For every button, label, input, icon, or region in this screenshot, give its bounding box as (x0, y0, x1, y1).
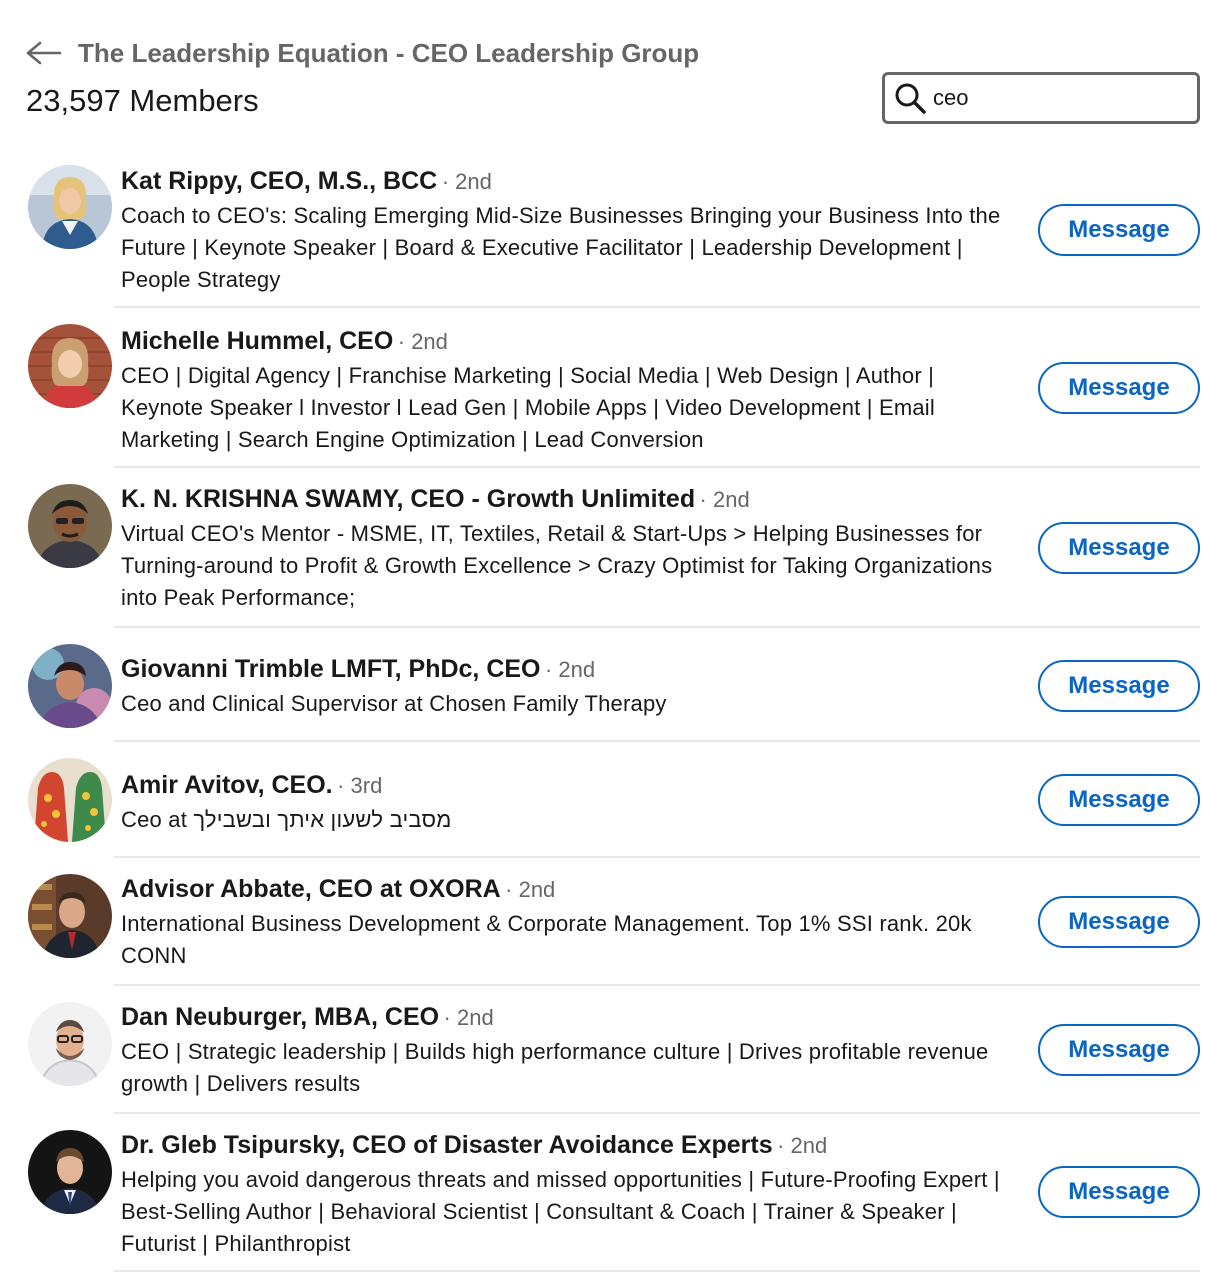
search-box[interactable] (882, 72, 1200, 124)
member-avatar[interactable] (28, 758, 112, 842)
member-headline: Coach to CEO's: Scaling Emerging Mid-Siz… (121, 203, 1001, 292)
member-name[interactable]: Giovanni Trimble LMFT, PhDc, CEO (121, 655, 541, 683)
member-name-line: Dr. Gleb Tsipursky, CEO of Disaster Avoi… (121, 1130, 827, 1164)
member-avatar[interactable] (28, 874, 112, 958)
member-name[interactable]: Dan Neuburger, MBA, CEO (121, 1003, 439, 1031)
profile-photo (28, 165, 112, 249)
member-name-line: Dan Neuburger, MBA, CEO · 2nd (121, 1002, 494, 1036)
member-name-line: Giovanni Trimble LMFT, PhDc, CEO · 2nd (121, 654, 595, 688)
search-icon (895, 83, 926, 114)
member-name[interactable]: Advisor Abbate, CEO at OXORA (121, 875, 501, 903)
divider (114, 1112, 1200, 1114)
member-count: 23,597 Members (26, 83, 259, 118)
member-name[interactable]: Kat Rippy, CEO, M.S., BCC (121, 167, 437, 195)
message-button[interactable]: Message (1038, 1166, 1200, 1218)
divider (114, 984, 1200, 986)
member-avatar[interactable] (28, 644, 112, 728)
connection-degree: · 2nd (699, 487, 750, 512)
connection-degree: · 2nd (443, 1005, 494, 1030)
member-avatar[interactable] (28, 1130, 112, 1214)
member-avatar[interactable] (28, 324, 112, 408)
connection-degree: · 2nd (505, 877, 556, 902)
connection-degree: · 2nd (544, 657, 596, 682)
message-button[interactable]: Message (1038, 774, 1200, 826)
message-button[interactable]: Message (1038, 660, 1200, 712)
message-button[interactable]: Message (1038, 204, 1200, 256)
connection-degree: · 2nd (777, 1133, 828, 1158)
message-button[interactable]: Message (1038, 896, 1200, 948)
member-headline: Ceo at מסביב לשעון איתך ובשבילך (121, 807, 452, 832)
profile-photo (28, 484, 112, 568)
member-name-line: Michelle Hummel, CEO · 2nd (121, 326, 448, 360)
member-headline: Helping you avoid dangerous threats and … (121, 1167, 1000, 1256)
connection-degree: · 3rd (337, 773, 383, 798)
search-input[interactable] (933, 81, 1183, 115)
divider (114, 740, 1200, 742)
connection-degree: · 2nd (441, 169, 492, 194)
member-name[interactable]: Amir Avitov, CEO. (121, 771, 333, 799)
profile-photo (28, 1130, 112, 1214)
profile-photo (28, 324, 112, 408)
member-name-line: Kat Rippy, CEO, M.S., BCC · 2nd (121, 166, 492, 200)
message-button[interactable]: Message (1038, 362, 1200, 414)
divider (114, 856, 1200, 858)
member-avatar[interactable] (28, 1002, 112, 1086)
member-name-line: Amir Avitov, CEO. · 3rd (121, 770, 382, 804)
profile-photo (28, 1002, 112, 1086)
member-headline: Ceo and Clinical Supervisor at Chosen Fa… (121, 691, 667, 716)
page-header: The Leadership Equation - CEO Leadership… (0, 0, 1230, 140)
group-title: The Leadership Equation - CEO Leadership… (78, 38, 700, 68)
member-headline: CEO | Strategic leadership | Builds high… (121, 1039, 989, 1096)
member-name-line: K. N. KRISHNA SWAMY, CEO - Growth Unlimi… (121, 484, 750, 518)
divider (114, 306, 1200, 308)
member-name[interactable]: Michelle Hummel, CEO (121, 327, 393, 355)
member-name-line: Advisor Abbate, CEO at OXORA · 2nd (121, 874, 555, 908)
member-name[interactable]: K. N. KRISHNA SWAMY, CEO - Growth Unlimi… (121, 485, 695, 513)
member-headline: International Business Development & Cor… (121, 911, 972, 968)
divider (114, 466, 1200, 468)
divider (114, 1270, 1200, 1272)
profile-photo (28, 644, 112, 728)
member-headline: CEO | Digital Agency | Franchise Marketi… (121, 363, 935, 452)
divider (114, 626, 1200, 628)
connection-degree: · 2nd (397, 329, 448, 354)
profile-photo (28, 874, 112, 958)
member-avatar[interactable] (28, 484, 112, 568)
member-name[interactable]: Dr. Gleb Tsipursky, CEO of Disaster Avoi… (121, 1131, 773, 1159)
member-headline: Virtual CEO's Mentor - MSME, IT, Textile… (121, 521, 993, 610)
profile-photo (28, 758, 112, 842)
arrow-left-icon[interactable] (24, 37, 64, 69)
message-button[interactable]: Message (1038, 522, 1200, 574)
member-avatar[interactable] (28, 165, 112, 249)
message-button[interactable]: Message (1038, 1024, 1200, 1076)
